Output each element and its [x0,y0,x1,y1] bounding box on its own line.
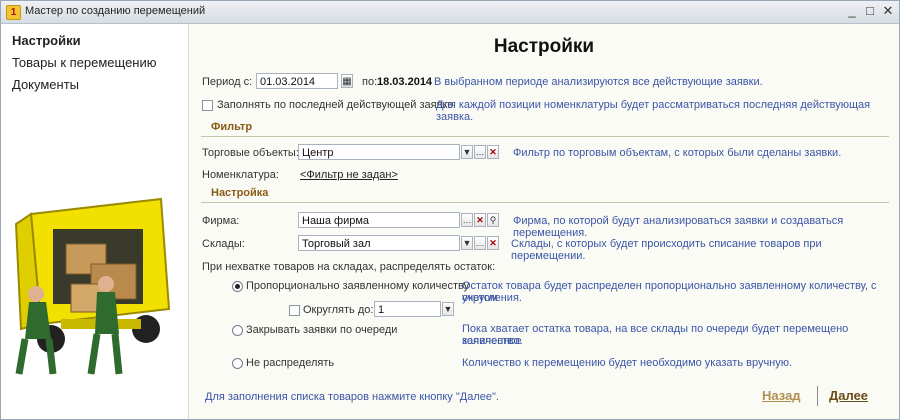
page-title: Настройки [493,36,595,57]
clear-icon[interactable]: ✕ [487,236,499,250]
fill-last-hint: Для каждой позиции номенклатуры будет ра… [436,99,871,123]
nomenclature-filter-link[interactable]: <Фильтр не задан> [300,169,398,181]
ellipsis-icon[interactable]: … [474,236,486,250]
none-label[interactable]: Не распределять [246,357,334,369]
title-bar: 1 Мастер по созданию перемещений _ □ ✕ [1,1,899,24]
warehouses-input[interactable]: Торговый зал [298,235,460,251]
app-icon: 1 [6,5,21,20]
fill-last-label[interactable]: Заполнять по последней действующей заявк… [217,99,454,111]
queue-hint-line2: количество. [462,335,523,347]
period-to-label: по: [362,76,378,88]
radio-queue[interactable] [232,325,243,336]
queue-hint-line1: Пока хватает остатка товара, на все скла… [462,323,849,347]
round-select[interactable]: 1 [374,301,441,317]
settings-divider [201,202,889,203]
nomenclature-label: Номенклатура: [202,169,279,181]
distribute-label: При нехватке товаров на складах, распред… [202,261,496,273]
calendar-icon[interactable]: ▦ [341,74,353,88]
minimize-button[interactable]: _ [844,3,860,19]
period-to-value[interactable]: 18.03.2014 [377,76,432,88]
filter-section-title: Фильтр [211,121,253,133]
proportional-hint-line2: округления. [462,292,522,304]
ellipsis-icon[interactable]: … [461,213,473,227]
firm-hint: Фирма, по которой будут анализироваться … [513,215,844,239]
wizard-steps-sidebar: Настройки Товары к перемещению Документы [1,24,189,419]
close-button[interactable]: ✕ [880,3,896,19]
sidebar-item-settings[interactable]: Настройки [12,33,81,48]
settings-panel: Настройки Период с: 01.03.2014 ▦ по: 18.… [189,24,899,419]
chevron-down-icon[interactable]: ▼ [442,302,454,316]
footer-separator [817,386,818,406]
period-hint: В выбранном периоде анализируются все де… [434,76,763,88]
sidebar-item-documents[interactable]: Документы [12,77,79,92]
wizard-window: 1 Мастер по созданию перемещений _ □ ✕ Н… [0,0,900,420]
next-button[interactable]: Далее [829,388,868,403]
filter-divider [201,136,889,137]
fill-last-checkbox[interactable] [202,100,213,111]
radio-none[interactable] [232,358,243,369]
radio-proportional[interactable] [232,281,243,292]
clear-icon[interactable]: ✕ [487,145,499,159]
clear-icon[interactable]: ✕ [474,213,486,227]
none-hint: Количество к перемещению будет необходим… [462,357,793,369]
trade-objects-input[interactable]: Центр [298,144,460,160]
firm-label: Фирма: [202,215,240,227]
period-from-label: Период с: [202,76,253,88]
settings-section-title: Настройка [211,187,269,199]
queue-label[interactable]: Закрывать заявки по очереди [246,324,397,336]
period-from-input[interactable]: 01.03.2014 [256,73,338,89]
ellipsis-icon[interactable]: … [474,145,486,159]
proportional-hint-line1: Остаток товара будет распределен пропорц… [462,280,877,304]
search-icon[interactable]: ⚲ [487,213,499,227]
round-label[interactable]: Округлять до: [303,304,373,316]
back-button[interactable]: Назад [762,388,801,403]
round-checkbox[interactable] [289,305,300,316]
warehouses-hint: Склады, с которых будет происходить спис… [511,238,822,262]
firm-input[interactable]: Наша фирма [298,212,460,228]
chevron-down-icon[interactable]: ▼ [461,145,473,159]
delivery-truck-illustration [14,197,171,375]
sidebar-item-goods[interactable]: Товары к перемещению [12,55,157,70]
proportional-label[interactable]: Пропорционально заявленному количеству [246,280,469,292]
trade-objects-label: Торговые объекты: [202,147,299,159]
trade-objects-hint: Фильтр по торговым объектам, с которых б… [513,147,842,159]
warehouses-label: Склады: [202,238,245,250]
maximize-button[interactable]: □ [862,3,878,19]
window-title: Мастер по созданию перемещений [25,5,206,17]
footer-hint: Для заполнения списка товаров нажмите кн… [205,391,499,403]
chevron-down-icon[interactable]: ▼ [461,236,473,250]
